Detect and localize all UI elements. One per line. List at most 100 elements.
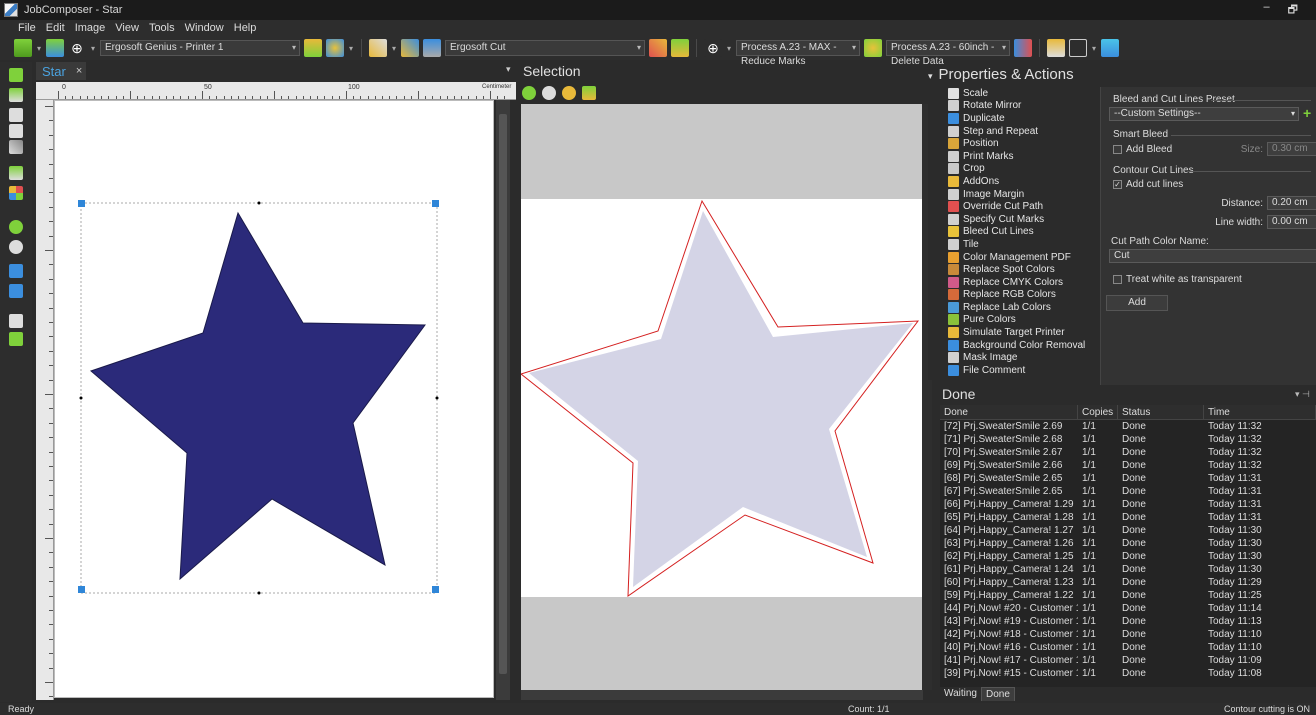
table-row[interactable]: [40] Prj.Now! #16 - Customer 1 1/1 Done Tod… bbox=[940, 641, 1316, 654]
action-item[interactable]: Scale bbox=[948, 87, 1098, 100]
cut-device-select[interactable]: Ergosoft Cut ▾ bbox=[445, 40, 645, 56]
document-canvas[interactable] bbox=[54, 100, 494, 698]
menu-view[interactable]: View bbox=[115, 22, 139, 34]
cut-tool-icon[interactable] bbox=[369, 39, 387, 57]
preview-horizontal-scrollbar[interactable] bbox=[521, 690, 923, 700]
tab-waiting[interactable]: Waiting bbox=[940, 687, 981, 701]
actions-scrollbar[interactable] bbox=[928, 90, 936, 380]
green-square-icon[interactable] bbox=[9, 332, 23, 346]
distance-field[interactable]: 0.20 cm bbox=[1267, 196, 1316, 210]
gear-icon[interactable] bbox=[326, 39, 344, 57]
table-row[interactable]: [70] Prj.SweaterSmile 2.67 1/1 Done Today 1… bbox=[940, 446, 1316, 459]
table-row[interactable]: [44] Prj.Now! #20 - Customer 1 1/1 Done Tod… bbox=[940, 602, 1316, 615]
menu-image[interactable]: Image bbox=[75, 22, 106, 34]
action-item[interactable]: Simulate Target Printer bbox=[948, 326, 1098, 339]
zoom-out-icon[interactable] bbox=[9, 240, 23, 254]
action-item[interactable]: Replace Spot Colors bbox=[948, 263, 1098, 276]
preview-settings-icon[interactable] bbox=[582, 86, 596, 100]
add-button[interactable]: Add bbox=[1106, 295, 1168, 311]
table-row[interactable]: [67] Prj.SweaterSmile 2.65 1/1 Done Today 1… bbox=[940, 485, 1316, 498]
pin-icon[interactable]: ▾ ⊣ bbox=[1295, 389, 1310, 400]
menu-window[interactable]: Window bbox=[185, 22, 224, 34]
table-row[interactable]: [72] Prj.SweaterSmile 2.69 1/1 Done Today 1… bbox=[940, 420, 1316, 433]
nest-icon[interactable] bbox=[1047, 39, 1065, 57]
action-item[interactable]: Tile bbox=[948, 238, 1098, 251]
chevron-down-icon[interactable]: ▾ bbox=[36, 44, 42, 53]
cut-device-icon[interactable] bbox=[423, 39, 441, 57]
column-header-copies[interactable]: Copies bbox=[1078, 405, 1118, 419]
menu-edit[interactable]: Edit bbox=[46, 22, 65, 34]
align-top-icon[interactable] bbox=[9, 108, 23, 122]
close-icon[interactable]: × bbox=[76, 65, 82, 77]
panel-menu-icon[interactable]: ▾ bbox=[506, 64, 511, 75]
layout-icon[interactable] bbox=[1014, 39, 1032, 57]
fit-height-icon[interactable] bbox=[9, 284, 23, 298]
color-icon[interactable] bbox=[9, 186, 23, 200]
chevron-down-icon[interactable]: ▾ bbox=[391, 44, 397, 53]
table-row[interactable]: [68] Prj.SweaterSmile 2.65 1/1 Done Today 1… bbox=[940, 472, 1316, 485]
chevron-down-icon[interactable]: ▾ bbox=[90, 44, 96, 53]
zoom-fit-icon[interactable] bbox=[562, 86, 576, 100]
restore-button[interactable]: 🗗 bbox=[1288, 1, 1298, 20]
table-row[interactable]: [69] Prj.SweaterSmile 2.66 1/1 Done Today 1… bbox=[940, 459, 1316, 472]
zoom-in-icon[interactable] bbox=[522, 86, 536, 100]
action-item[interactable]: Replace RGB Colors bbox=[948, 289, 1098, 302]
action-item[interactable]: Color Management PDF bbox=[948, 251, 1098, 264]
action-item[interactable]: Replace Lab Colors bbox=[948, 301, 1098, 314]
process-select-1[interactable]: Process A.23 - MAX - Reduce Marks ▾ bbox=[736, 40, 860, 67]
column-header-time[interactable]: Time bbox=[1204, 405, 1316, 419]
minimize-button[interactable]: – bbox=[1264, 1, 1270, 20]
table-row[interactable]: [39] Prj.Now! #15 - Customer 1 1/1 Done Tod… bbox=[940, 667, 1316, 680]
table-row[interactable]: [59] Prj.Happy_Camera! 1.22 1/1 Done Today … bbox=[940, 589, 1316, 602]
action-item[interactable]: Override Cut Path bbox=[948, 200, 1098, 213]
add-preset-icon[interactable]: + bbox=[1303, 106, 1316, 120]
table-row[interactable]: [42] Prj.Now! #18 - Customer 1 1/1 Done Tod… bbox=[940, 628, 1316, 641]
action-item[interactable]: Background Color Removal bbox=[948, 339, 1098, 352]
printer-select[interactable]: Ergosoft Genius - Printer 1 ▾ bbox=[100, 40, 300, 56]
action-item[interactable]: Mask Image bbox=[948, 351, 1098, 364]
menu-file[interactable]: File bbox=[18, 22, 36, 34]
action-item[interactable]: Pure Colors bbox=[948, 314, 1098, 327]
add-image-icon[interactable] bbox=[9, 68, 23, 82]
action-item[interactable]: Replace CMYK Colors bbox=[948, 276, 1098, 289]
distribute-icon[interactable] bbox=[9, 140, 23, 154]
table-row[interactable]: [62] Prj.Happy_Camera! 1.25 1/1 Done Today … bbox=[940, 550, 1316, 563]
import-icon[interactable] bbox=[9, 88, 23, 102]
add-job-icon[interactable] bbox=[14, 39, 32, 57]
printer-target-icon[interactable]: ⊕ bbox=[68, 39, 86, 57]
printer-settings-icon[interactable] bbox=[304, 39, 322, 57]
export-icon[interactable] bbox=[9, 166, 23, 180]
table-row[interactable]: [63] Prj.Happy_Camera! 1.26 1/1 Done Today … bbox=[940, 537, 1316, 550]
chevron-down-icon[interactable]: ▾ bbox=[1091, 44, 1097, 53]
star-artwork[interactable] bbox=[55, 101, 495, 699]
table-row[interactable]: [60] Prj.Happy_Camera! 1.23 1/1 Done Today … bbox=[940, 576, 1316, 589]
process-select-2[interactable]: Process A.23 - 60inch - Delete Data ▾ bbox=[886, 40, 1010, 67]
panels-icon[interactable] bbox=[1069, 39, 1087, 57]
column-header-status[interactable]: Status bbox=[1118, 405, 1204, 419]
table-row[interactable]: [71] Prj.SweaterSmile 2.68 1/1 Done Today 1… bbox=[940, 433, 1316, 446]
line-width-field[interactable]: 0.00 cm bbox=[1267, 215, 1316, 229]
cut-settings-icon[interactable] bbox=[671, 39, 689, 57]
action-item[interactable]: Specify Cut Marks bbox=[948, 213, 1098, 226]
bleed-size-field[interactable]: 0.30 cm bbox=[1267, 142, 1316, 156]
preset-select[interactable]: --Custom Settings-- ▾ bbox=[1109, 107, 1299, 121]
table-row[interactable]: [64] Prj.Happy_Camera! 1.27 1/1 Done Today … bbox=[940, 524, 1316, 537]
treat-white-checkbox[interactable]: Treat white as transparent bbox=[1113, 274, 1242, 285]
action-item[interactable]: File Comment bbox=[948, 364, 1098, 377]
cutter-icon[interactable] bbox=[401, 39, 419, 57]
fit-width-icon[interactable] bbox=[9, 264, 23, 278]
table-row[interactable]: [43] Prj.Now! #19 - Customer 1 1/1 Done Tod… bbox=[940, 615, 1316, 628]
table-row[interactable]: [61] Prj.Happy_Camera! 1.24 1/1 Done Today … bbox=[940, 563, 1316, 576]
tab-star[interactable]: Star × bbox=[36, 62, 86, 80]
action-item[interactable]: Position bbox=[948, 137, 1098, 150]
action-item[interactable]: Bleed Cut Lines bbox=[948, 226, 1098, 239]
scissors-icon[interactable] bbox=[649, 39, 667, 57]
add-bleed-checkbox[interactable]: Add Bleed bbox=[1113, 144, 1172, 155]
table-row[interactable]: [41] Prj.Now! #17 - Customer 1 1/1 Done Tod… bbox=[940, 654, 1316, 667]
chevron-down-icon[interactable]: ▾ bbox=[726, 44, 732, 53]
action-item[interactable]: Crop bbox=[948, 163, 1098, 176]
chevron-down-icon[interactable]: ▾ bbox=[348, 44, 354, 53]
zoom-out-icon[interactable] bbox=[542, 86, 556, 100]
tab-done[interactable]: Done bbox=[980, 687, 1015, 701]
refresh-icon[interactable] bbox=[1101, 39, 1119, 57]
